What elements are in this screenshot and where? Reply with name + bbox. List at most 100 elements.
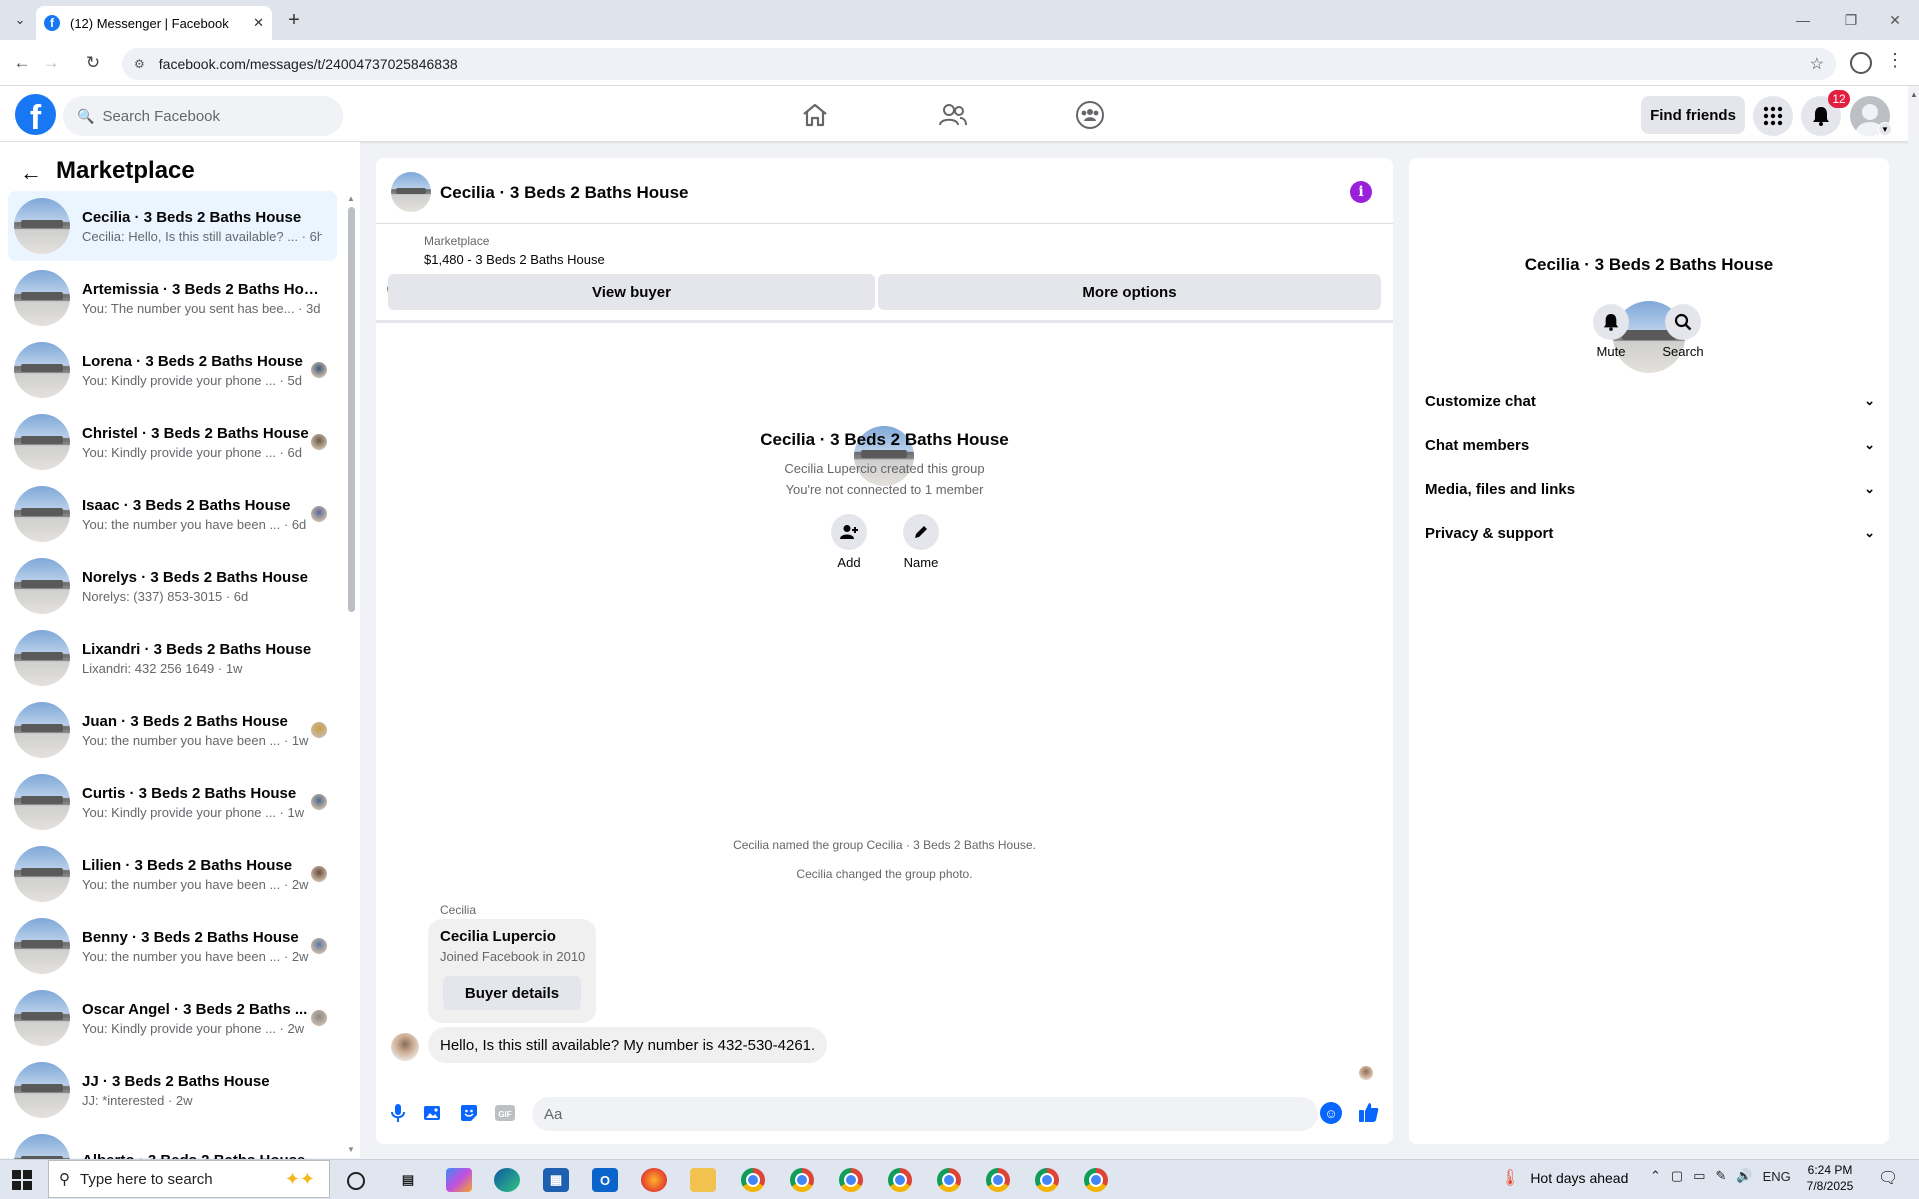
scroll-down-arrow-icon[interactable]: ▼ xyxy=(347,1145,355,1154)
sender-avatar[interactable] xyxy=(391,1033,419,1061)
chat-avatar[interactable] xyxy=(391,172,431,212)
microphone-icon[interactable] xyxy=(386,1101,410,1125)
taskbar-search-input[interactable]: ⚲ Type here to search ✦✦ xyxy=(48,1160,330,1198)
section-label: Media, files and links xyxy=(1425,480,1576,498)
browser-profile-icon[interactable] xyxy=(1850,52,1872,74)
chrome-icon[interactable] xyxy=(741,1168,765,1192)
conversation-item[interactable]: Artemissia · 3 Beds 2 Baths House You: Th… xyxy=(8,263,337,333)
friends-icon[interactable] xyxy=(933,98,973,132)
bookmark-star-icon[interactable]: ☆ xyxy=(1810,54,1824,74)
facebook-search-input[interactable]: 🔍 Search Facebook xyxy=(63,96,343,136)
chrome-icon[interactable] xyxy=(790,1168,814,1192)
chrome-icon[interactable] xyxy=(1035,1168,1059,1192)
network-icon[interactable]: ▢ xyxy=(1671,1168,1683,1184)
back-arrow-icon[interactable]: ← xyxy=(20,160,42,186)
message-input[interactable]: Aa xyxy=(532,1097,1318,1131)
search-in-chat-icon[interactable] xyxy=(1665,304,1701,340)
reload-icon[interactable]: ↻ xyxy=(80,50,106,76)
gif-icon[interactable]: GIF xyxy=(493,1101,517,1125)
weather-widget[interactable]: 🌡 Hot days ahead xyxy=(1500,1168,1628,1188)
conversation-item[interactable]: Isaac · 3 Beds 2 Baths House You: the num… xyxy=(8,479,337,549)
edit-name-button[interactable] xyxy=(903,514,939,550)
edge-icon[interactable] xyxy=(494,1168,520,1192)
conversation-item[interactable]: Christel · 3 Beds 2 Baths House You: Kind… xyxy=(8,407,337,477)
customize-chat-section[interactable]: Customize chat ⌄ xyxy=(1425,379,1875,423)
page-scrollbar[interactable]: ▲ xyxy=(1908,86,1919,1158)
windows-start-icon[interactable] xyxy=(12,1170,32,1190)
emoji-icon[interactable]: ☺ xyxy=(1320,1102,1342,1124)
browser-menu-icon[interactable]: ⋮ xyxy=(1886,50,1904,76)
listing-title[interactable]: $1,480 - 3 Beds 2 Baths House xyxy=(424,252,605,267)
mute-bell-icon[interactable] xyxy=(1593,304,1629,340)
chat-members-section[interactable]: Chat members ⌄ xyxy=(1425,423,1875,467)
home-icon[interactable] xyxy=(795,98,835,132)
conversation-item[interactable]: Benny · 3 Beds 2 Baths House You: the num… xyxy=(8,911,337,981)
chevron-up-icon[interactable]: ⌃ xyxy=(1650,1168,1661,1184)
firefox-icon[interactable] xyxy=(641,1168,667,1192)
add-person-button[interactable] xyxy=(831,514,867,550)
listing-thumbnail xyxy=(14,486,70,542)
store-icon[interactable]: ▦ xyxy=(543,1168,569,1192)
file-explorer-icon[interactable] xyxy=(690,1168,716,1192)
photo-icon[interactable] xyxy=(421,1101,445,1125)
facebook-logo-icon[interactable]: f xyxy=(15,94,56,135)
outlook-icon[interactable]: O xyxy=(592,1168,618,1192)
site-info-icon[interactable]: ⚙ xyxy=(134,57,145,71)
scroll-up-arrow-icon[interactable]: ▲ xyxy=(347,194,355,203)
buyer-details-button[interactable]: Buyer details xyxy=(443,976,581,1010)
privacy-support-section[interactable]: Privacy & support ⌄ xyxy=(1425,511,1875,555)
conversation-item[interactable]: JJ · 3 Beds 2 Baths House JJ: *interested… xyxy=(8,1055,337,1125)
chevron-down-icon[interactable]: ▼ xyxy=(1878,122,1892,136)
pen-icon[interactable]: ✎ xyxy=(1716,1168,1727,1184)
clock[interactable]: 6:24 PM 7/8/2025 xyxy=(1800,1162,1860,1194)
chat-title[interactable]: Cecilia · 3 Beds 2 Baths House xyxy=(440,183,688,203)
view-buyer-button[interactable]: View buyer xyxy=(388,274,875,310)
conversation-item[interactable]: Lorena · 3 Beds 2 Baths House You: Kindly… xyxy=(8,335,337,405)
conversation-preview: You: The number you sent has bee... · 3d xyxy=(82,300,321,316)
copilot-icon[interactable] xyxy=(446,1168,472,1192)
chrome-icon[interactable] xyxy=(888,1168,912,1192)
cortana-icon[interactable] xyxy=(347,1172,365,1190)
close-tab-icon[interactable]: ✕ xyxy=(253,15,264,31)
facebook-favicon-icon: f xyxy=(44,15,60,31)
new-tab-button[interactable]: + xyxy=(282,8,306,32)
list-scrollbar[interactable] xyxy=(348,207,355,612)
chrome-icon[interactable] xyxy=(937,1168,961,1192)
minimize-icon[interactable]: — xyxy=(1788,8,1818,32)
back-icon[interactable]: ← xyxy=(9,50,35,76)
media-files-links-section[interactable]: Media, files and links ⌄ xyxy=(1425,467,1875,511)
conversation-item[interactable]: Curtis · 3 Beds 2 Baths House You: Kindly… xyxy=(8,767,337,837)
message-bubble[interactable]: Hello, Is this still available? My numbe… xyxy=(428,1027,828,1063)
chrome-icon[interactable] xyxy=(839,1168,863,1192)
find-friends-button[interactable]: Find friends xyxy=(1641,96,1745,134)
conversation-item[interactable]: Cecilia · 3 Beds 2 Baths House Cecilia: H… xyxy=(8,191,337,261)
conversation-preview: You: the number you have been ... · 2w xyxy=(82,876,309,892)
tab-search-icon[interactable]: ⌄ xyxy=(8,8,32,32)
conversation-item[interactable]: Oscar Angel · 3 Beds 2 Baths ... You: Kin… xyxy=(8,983,337,1053)
conversation-item[interactable]: Lilien · 3 Beds 2 Baths House You: the nu… xyxy=(8,839,337,909)
forward-icon[interactable]: → xyxy=(38,50,64,76)
url-bar[interactable]: ⚙ facebook.com/messages/t/24004737025846… xyxy=(122,48,1836,80)
listing-thumbnail xyxy=(14,1062,70,1118)
conversation-preview: You: Kindly provide your phone ... · 2w xyxy=(82,1020,305,1036)
groups-icon[interactable] xyxy=(1070,98,1110,132)
listing-thumbnail xyxy=(14,558,70,614)
language-indicator[interactable]: ENG xyxy=(1763,1169,1791,1184)
action-center-icon[interactable]: 🗨 xyxy=(1878,1168,1898,1188)
battery-icon[interactable]: ▭ xyxy=(1693,1168,1705,1184)
conversation-item[interactable]: Norelys · 3 Beds 2 Baths House Norelys: (… xyxy=(8,551,337,621)
chrome-icon[interactable] xyxy=(986,1168,1010,1192)
chrome-icon[interactable] xyxy=(1084,1168,1108,1192)
conversation-item[interactable]: Lixandri · 3 Beds 2 Baths House Lixandri:… xyxy=(8,623,337,693)
more-options-button[interactable]: More options xyxy=(878,274,1381,310)
thumbs-up-icon[interactable] xyxy=(1356,1099,1382,1125)
sticker-icon[interactable] xyxy=(457,1101,481,1125)
conversation-item[interactable]: Juan · 3 Beds 2 Baths House You: the numb… xyxy=(8,695,337,765)
browser-tab[interactable]: f (12) Messenger | Facebook ✕ xyxy=(36,6,272,40)
conversation-info-icon[interactable]: i xyxy=(1350,181,1372,203)
restore-icon[interactable]: ❐ xyxy=(1836,8,1866,32)
menu-grid-icon[interactable] xyxy=(1753,96,1793,136)
task-view-icon[interactable]: ▤ xyxy=(395,1168,421,1192)
close-window-icon[interactable]: ✕ xyxy=(1880,8,1910,32)
volume-icon[interactable]: 🔊 xyxy=(1736,1168,1752,1184)
